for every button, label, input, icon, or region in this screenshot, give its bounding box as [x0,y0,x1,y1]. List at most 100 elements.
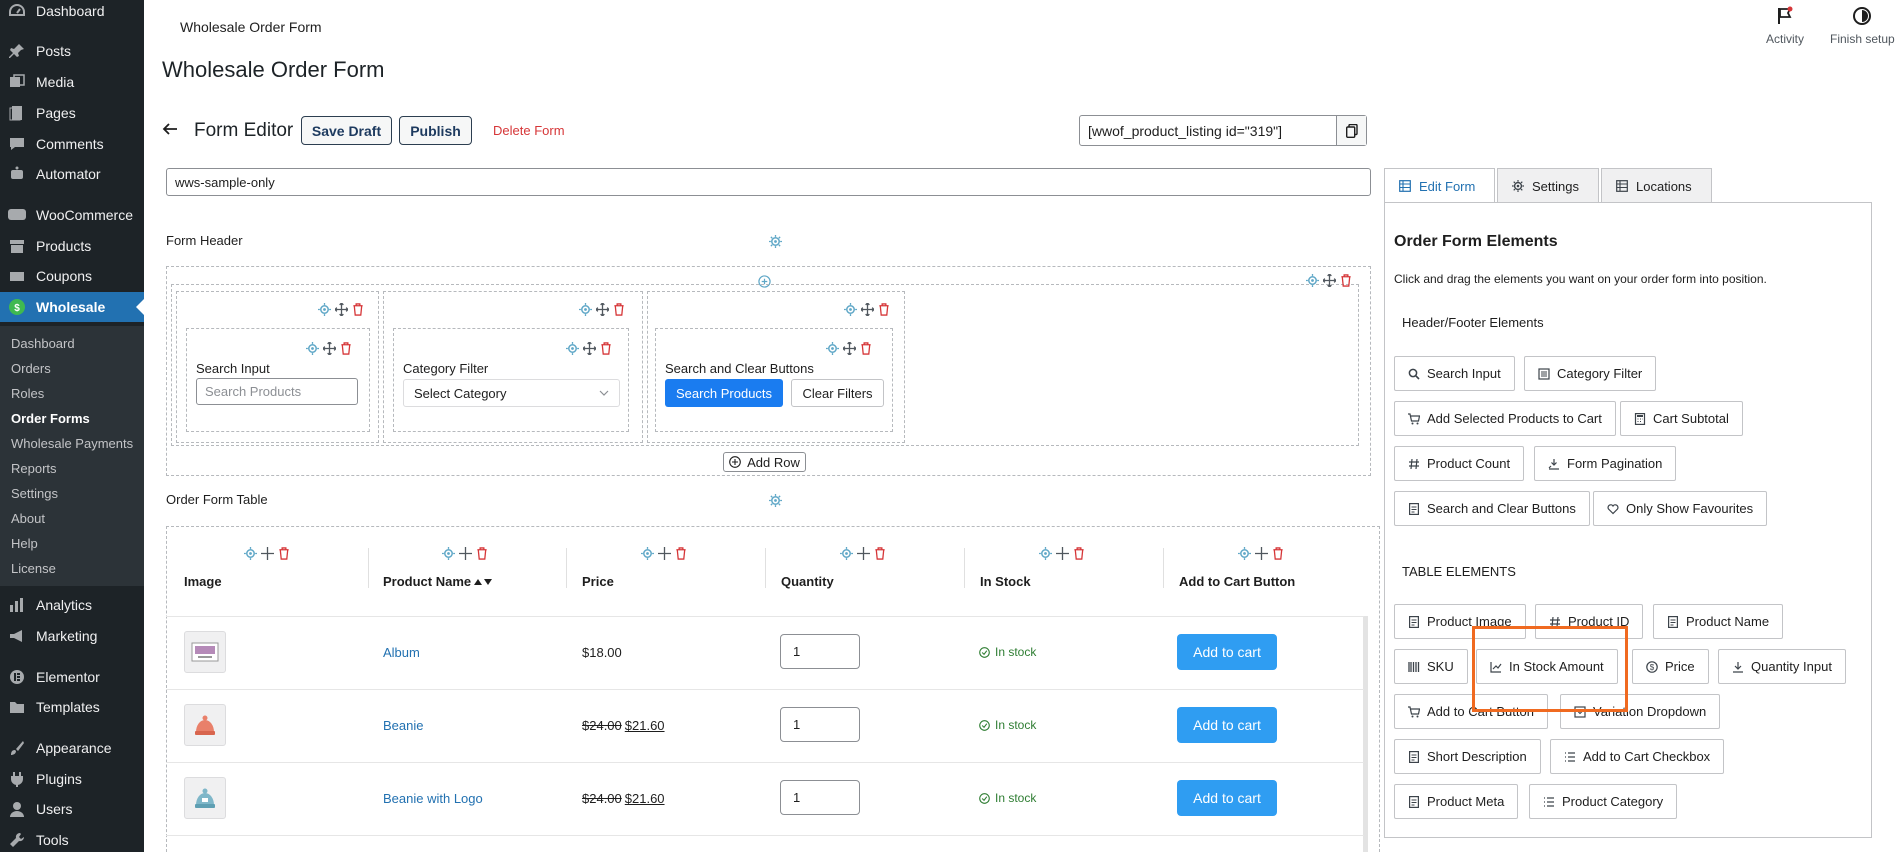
gear-icon[interactable] [826,342,839,355]
move-icon[interactable] [1255,547,1268,560]
gear-icon[interactable] [318,303,331,316]
sidebar-item-dashboard[interactable]: Dashboard [0,0,144,26]
move-icon[interactable] [596,303,609,316]
trash-icon[interactable] [874,547,886,560]
submenu-about[interactable]: About [11,511,45,526]
product-name-link[interactable]: Beanie [383,718,423,733]
add-row-button[interactable]: Add Row [723,452,806,472]
move-icon[interactable] [1323,274,1336,287]
gear-icon[interactable] [579,303,592,316]
trash-icon[interactable] [613,303,625,316]
trash-icon[interactable] [476,547,488,560]
form-name-input[interactable]: wws-sample-only [166,168,1371,196]
element-product-name[interactable]: Product Name [1653,604,1784,639]
element-form-pagination[interactable]: Form Pagination [1534,446,1677,481]
gear-icon[interactable] [1306,274,1319,287]
move-icon[interactable] [335,303,348,316]
element-short-description[interactable]: Short Description [1394,739,1541,774]
table-scrollbar[interactable] [1363,616,1368,852]
element-product-meta[interactable]: Product Meta [1394,784,1519,819]
sidebar-item-coupons[interactable]: Coupons [0,261,144,291]
move-icon[interactable] [861,303,874,316]
search-products-input[interactable]: Search Products [196,378,358,405]
submenu-dashboard[interactable]: Dashboard [11,336,75,351]
element-product-count[interactable]: Product Count [1394,446,1525,481]
sidebar-item-woocommerce[interactable]: WooCommerce [0,200,144,230]
gear-icon[interactable] [244,547,257,560]
sort-icon[interactable] [474,578,493,586]
move-icon[interactable] [583,342,596,355]
element-sku[interactable]: SKU [1394,649,1468,684]
gear-icon[interactable] [840,547,853,560]
sidebar-item-products[interactable]: Products [0,231,144,261]
save-draft-button[interactable]: Save Draft [301,116,392,145]
submenu-settings[interactable]: Settings [11,486,58,501]
move-icon[interactable] [658,547,671,560]
trash-icon[interactable] [1272,547,1284,560]
sidebar-item-pages[interactable]: Pages [0,98,144,128]
trash-icon[interactable] [860,342,872,355]
sidebar-item-plugins[interactable]: Plugins [0,764,144,794]
shortcode-text[interactable]: [wwof_product_listing id="319"] [1080,123,1336,139]
gear-icon[interactable] [306,342,319,355]
gear-icon[interactable] [1039,547,1052,560]
add-to-cart-button[interactable]: Add to cart [1177,634,1277,670]
gear-icon[interactable] [1238,547,1251,560]
element-price[interactable]: $ Price [1632,649,1709,684]
trash-icon[interactable] [600,342,612,355]
clear-filters-button[interactable]: Clear Filters [791,379,884,407]
activity-button[interactable]: Activity [1766,6,1804,46]
element-product-category[interactable]: Product Category [1529,784,1678,819]
finish-setup-button[interactable]: Finish setup [1830,6,1895,46]
move-icon[interactable] [459,547,472,560]
back-arrow-icon[interactable] [162,121,178,137]
submenu-license[interactable]: License [11,561,56,576]
shortcode-field[interactable]: [wwof_product_listing id="319"] [1079,115,1367,146]
product-name-link[interactable]: Album [383,645,420,660]
quantity-input[interactable]: 1 [780,707,860,742]
add-to-cart-button[interactable]: Add to cart [1177,780,1277,816]
sidebar-item-media[interactable]: Media [0,67,144,97]
quantity-input[interactable]: 1 [780,780,860,815]
trash-icon[interactable] [675,547,687,560]
trash-icon[interactable] [340,342,352,355]
element-category-filter[interactable]: Category Filter [1524,356,1657,391]
element-only-show-favourites[interactable]: Only Show Favourites [1593,491,1768,526]
trash-icon[interactable] [278,547,290,560]
section-settings-icon[interactable] [769,235,782,248]
section-settings-icon[interactable] [769,494,782,507]
trash-icon[interactable] [878,303,890,316]
sidebar-item-templates[interactable]: Templates [0,692,144,722]
gear-icon[interactable] [641,547,654,560]
move-icon[interactable] [261,547,274,560]
copy-icon[interactable] [1336,116,1366,145]
element-search-input[interactable]: Search Input [1394,356,1515,391]
element-quantity-input[interactable]: Quantity Input [1718,649,1846,684]
sidebar-item-wholesale[interactable]: $ Wholesale [0,292,144,322]
element-add-to-cart-checkbox[interactable]: Add to Cart Checkbox [1550,739,1725,774]
publish-button[interactable]: Publish [399,116,472,145]
sidebar-item-analytics[interactable]: Analytics [0,590,144,620]
sidebar-item-users[interactable]: Users [0,794,144,824]
submenu-roles[interactable]: Roles [11,386,44,401]
move-icon[interactable] [843,342,856,355]
quantity-input[interactable]: 1 [780,634,860,669]
move-icon[interactable] [323,342,336,355]
sidebar-item-comments[interactable]: Comments [0,129,144,159]
submenu-reports[interactable]: Reports [11,461,57,476]
move-icon[interactable] [1056,547,1069,560]
gear-icon[interactable] [442,547,455,560]
sidebar-item-elementor[interactable]: Elementor [0,662,144,692]
trash-icon[interactable] [1073,547,1085,560]
tab-locations[interactable]: Locations [1601,168,1712,203]
sidebar-item-tools[interactable]: Tools [0,825,144,852]
product-name-link[interactable]: Beanie with Logo [383,791,483,806]
submenu-orders[interactable]: Orders [11,361,51,376]
element-cart-subtotal[interactable]: Cart Subtotal [1620,401,1743,436]
tab-settings[interactable]: Settings [1497,168,1599,203]
category-select[interactable]: Select Category [403,379,620,407]
submenu-order-forms[interactable]: Order Forms [11,411,90,426]
trash-icon[interactable] [352,303,364,316]
move-icon[interactable] [857,547,870,560]
column-header-product-name[interactable]: Product Name [383,574,493,589]
